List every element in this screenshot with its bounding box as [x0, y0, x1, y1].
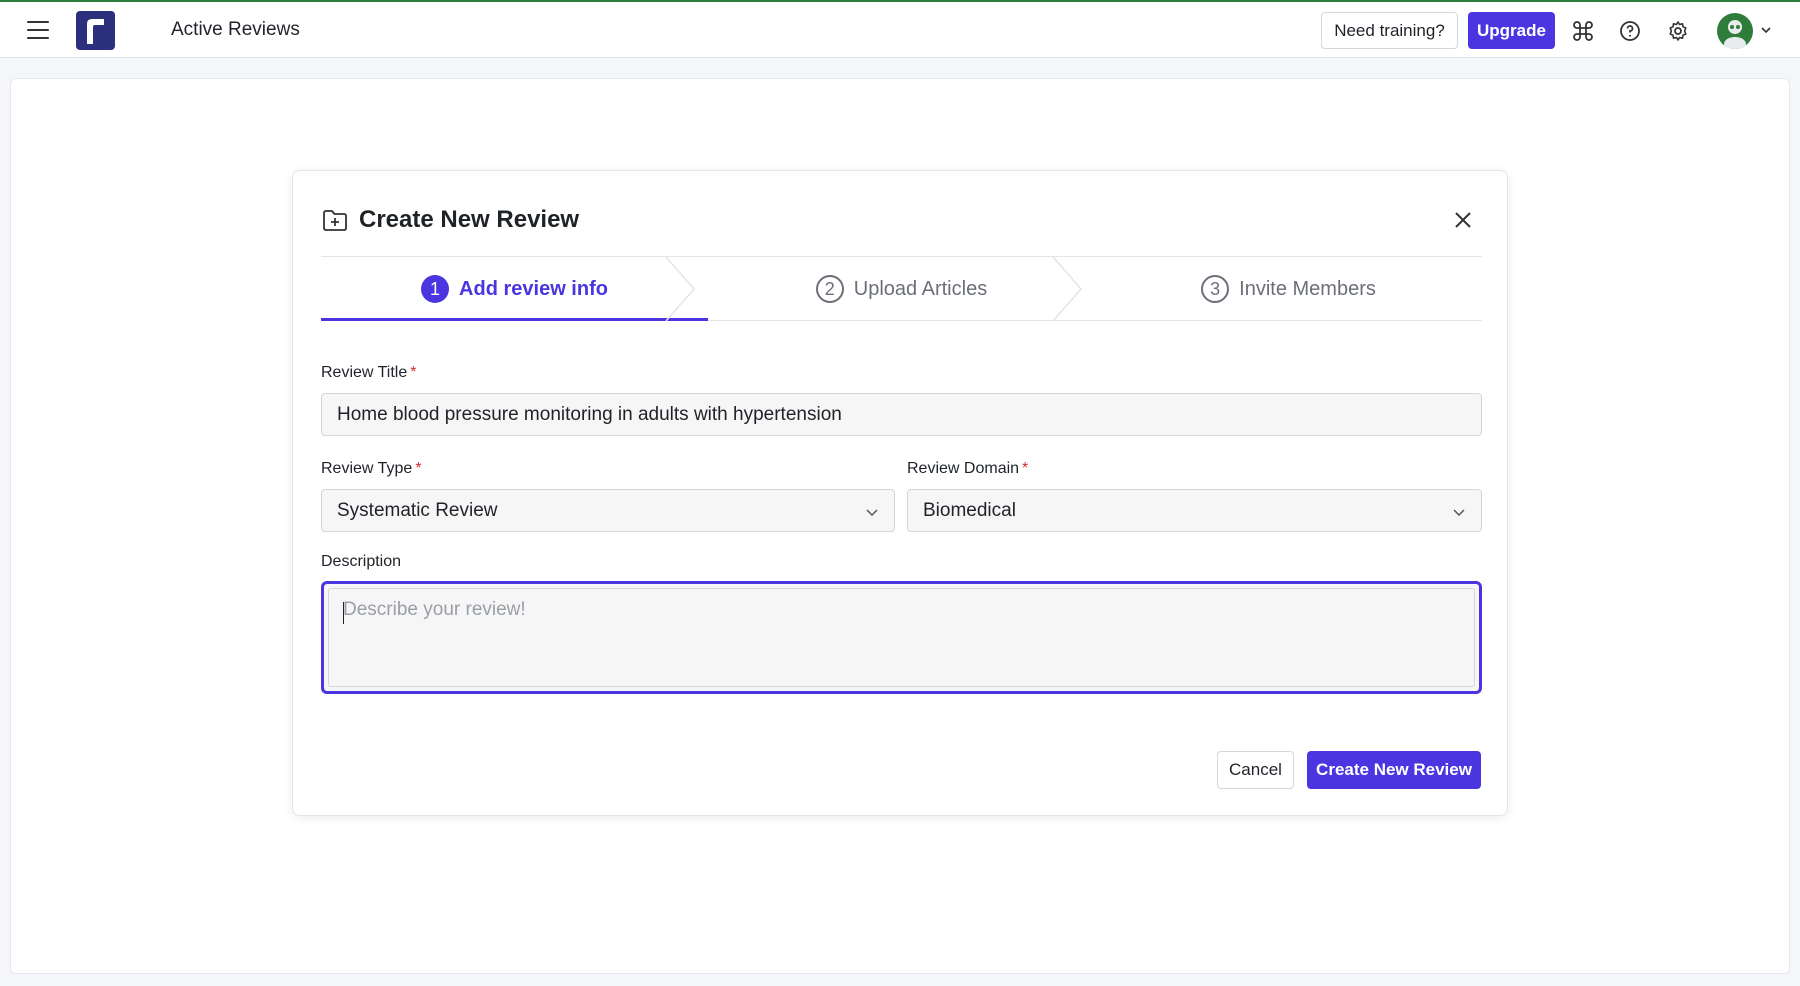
step-label: Invite Members — [1239, 277, 1376, 300]
menu-icon[interactable] — [27, 21, 49, 39]
avatar[interactable] — [1717, 13, 1753, 49]
command-icon[interactable] — [1571, 19, 1595, 43]
chevron-right-icon — [1052, 257, 1082, 321]
create-new-review-button[interactable]: Create New Review — [1307, 751, 1481, 789]
modal-title: Create New Review — [359, 206, 580, 233]
chevron-down-icon — [866, 509, 878, 517]
close-icon[interactable] — [1450, 207, 1476, 233]
upgrade-button[interactable]: Upgrade — [1468, 12, 1555, 49]
chevron-down-icon[interactable] — [1759, 23, 1773, 37]
step-add-review-info[interactable]: 1 Add review info — [321, 257, 708, 321]
review-type-value: Systematic Review — [337, 499, 498, 521]
app-logo[interactable] — [76, 11, 115, 50]
help-icon[interactable] — [1618, 19, 1642, 43]
review-domain-value: Biomedical — [923, 499, 1016, 521]
text-caret — [343, 602, 344, 624]
folder-plus-icon — [323, 210, 347, 231]
description-placeholder: Describe your review! — [328, 588, 1475, 687]
settings-icon[interactable] — [1666, 19, 1690, 43]
step-number: 2 — [815, 275, 844, 303]
review-domain-label: Review Domain * — [907, 460, 1029, 477]
description-label: Description — [321, 553, 402, 570]
review-title-value: Home blood pressure monitoring in adults… — [337, 403, 842, 425]
review-title-label: Review Title * — [321, 364, 417, 381]
step-invite-members[interactable]: 3 Invite Members — [1095, 257, 1482, 321]
review-domain-select[interactable]: Biomedical — [907, 489, 1482, 532]
chevron-right-icon — [665, 257, 695, 321]
need-training-button[interactable]: Need training? — [1321, 12, 1458, 49]
review-type-label: Review Type * — [321, 460, 422, 477]
step-number: 3 — [1201, 275, 1230, 303]
step-label: Add review info — [459, 277, 608, 300]
chevron-down-icon — [1453, 509, 1465, 517]
description-textarea[interactable]: Describe your review! — [321, 581, 1482, 694]
active-step-indicator — [321, 318, 708, 321]
step-label: Upload Articles — [853, 277, 988, 300]
page-title: Active Reviews — [171, 19, 300, 40]
stepper: 1 Add review info 2 Upload Articles 3 In… — [321, 256, 1482, 321]
step-number: 1 — [421, 275, 450, 303]
cancel-button[interactable]: Cancel — [1217, 751, 1294, 789]
review-type-select[interactable]: Systematic Review — [321, 489, 895, 532]
top-bar: Active Reviews Need training? Upgrade — [0, 0, 1800, 58]
create-review-modal: Create New Review 1 Add review info 2 Up… — [292, 170, 1508, 816]
review-title-input[interactable]: Home blood pressure monitoring in adults… — [321, 393, 1482, 436]
step-upload-articles[interactable]: 2 Upload Articles — [708, 257, 1095, 321]
